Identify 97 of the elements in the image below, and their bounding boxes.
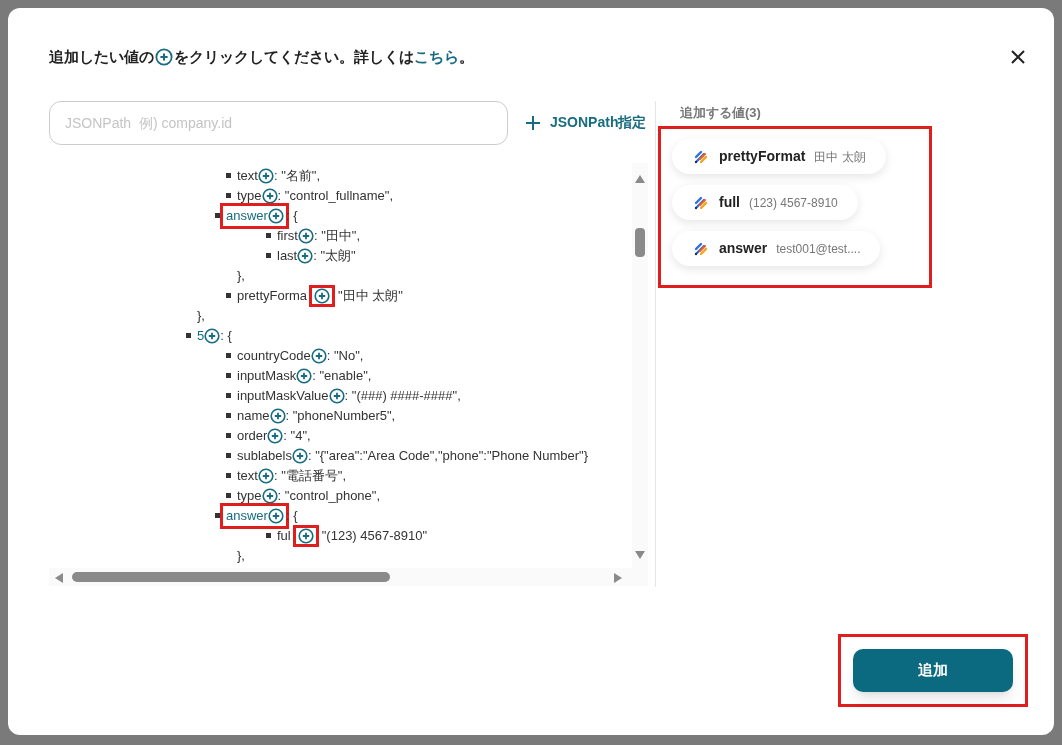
instruction-text: 。 xyxy=(459,47,474,67)
json-value: : "太朗" xyxy=(313,246,356,265)
plus-circle-icon[interactable] xyxy=(261,187,278,204)
chip-label: answer xyxy=(719,239,768,258)
json-key: order xyxy=(237,425,268,446)
bullet-icon xyxy=(215,513,220,518)
plus-circle-icon[interactable] xyxy=(257,167,274,184)
json-value: : "phoneNumber5", xyxy=(285,406,396,425)
json-value: "(123) 4567-8910" xyxy=(321,526,428,545)
plus-circle-icon[interactable] xyxy=(257,467,274,484)
json-key: countryCode xyxy=(237,345,311,366)
scroll-left-icon[interactable] xyxy=(55,572,63,583)
add-button[interactable]: 追加 xyxy=(853,649,1013,692)
json-key: sublabels xyxy=(237,445,292,466)
bullet-icon xyxy=(226,493,231,498)
bullet-icon xyxy=(226,453,231,458)
json-value: : "電話番号", xyxy=(273,466,347,485)
bullet-icon xyxy=(266,533,271,538)
app-logo-icon xyxy=(694,149,708,164)
jsonpath-field[interactable]: JSONPath 例) company.id xyxy=(49,100,508,145)
bullet-icon xyxy=(226,353,231,358)
chip-value: test001@test.... xyxy=(776,240,861,258)
json-key: inputMaskValue xyxy=(237,385,329,406)
app-logo-icon xyxy=(694,241,708,256)
scroll-up-icon[interactable] xyxy=(635,174,645,183)
bullet-icon xyxy=(226,393,231,398)
plus-circle-icon[interactable] xyxy=(261,487,278,504)
plus-circle-icon[interactable] xyxy=(204,327,221,344)
chip-label: full xyxy=(719,193,740,212)
scroll-down-icon[interactable] xyxy=(635,550,645,559)
instruction-text: をクリックしてください。詳しくは xyxy=(174,47,414,67)
plus-circle-icon[interactable] xyxy=(310,347,327,364)
scrollbar-thumb[interactable] xyxy=(635,227,645,257)
json-value: : { xyxy=(285,206,298,225)
json-key: ful xyxy=(277,525,291,546)
plus-circle-icon[interactable] xyxy=(155,48,173,67)
chip-label: prettyFormat xyxy=(719,147,806,166)
bullet-icon xyxy=(226,413,231,418)
plus-icon xyxy=(526,115,540,130)
app-logo-icon xyxy=(694,195,708,210)
chip-value: (123) 4567-8910 xyxy=(749,194,838,212)
json-key: prettyForma xyxy=(237,285,308,306)
scroll-right-icon[interactable] xyxy=(614,572,622,583)
plus-circle-icon[interactable] xyxy=(328,387,345,404)
json-value: : "{"area":"Area Code","phone":"Phone Number"} xyxy=(307,446,588,465)
json-brace: }, xyxy=(197,307,205,323)
value-chip[interactable]: answer test001@test.... xyxy=(672,231,881,266)
json-key: text xyxy=(237,465,258,486)
chip-value: 田中 太朗 xyxy=(814,148,866,166)
json-value: "田中 太朗" xyxy=(338,286,403,305)
json-value: : "(###) ####-####", xyxy=(344,386,461,405)
plus-circle-icon[interactable] xyxy=(297,227,314,244)
json-value: : { xyxy=(220,326,232,345)
json-value: : "田中", xyxy=(313,226,361,245)
bullet-icon xyxy=(226,373,231,378)
bullet-icon xyxy=(226,193,231,198)
json-key: type xyxy=(237,185,262,206)
instruction-text: 追加したい値の xyxy=(49,47,154,67)
json-key: 5 xyxy=(197,325,205,346)
plus-circle-icon[interactable] xyxy=(269,407,286,424)
json-key: last xyxy=(277,245,298,266)
bullet-icon xyxy=(186,333,191,338)
bullet-icon xyxy=(226,173,231,178)
json-value: : { xyxy=(285,506,298,525)
plus-circle-icon[interactable] xyxy=(267,207,284,224)
json-key: name xyxy=(237,405,270,426)
value-chip[interactable]: prettyFormat 田中 太朗 xyxy=(672,139,886,174)
plus-circle-icon[interactable] xyxy=(267,427,284,444)
plus-circle-icon[interactable] xyxy=(297,247,314,264)
json-brace: }, xyxy=(237,547,245,563)
bullet-icon xyxy=(226,433,231,438)
json-value: : "No", xyxy=(326,346,364,365)
json-key: answer xyxy=(226,505,268,526)
value-chip[interactable]: full (123) 4567-8910 xyxy=(672,185,858,220)
json-key: first xyxy=(277,225,298,246)
json-key: text xyxy=(237,165,258,186)
json-value: : "control_fullname", xyxy=(277,186,394,205)
bullet-icon xyxy=(226,473,231,478)
json-value: : "4", xyxy=(283,426,311,445)
json-value: : "名前", xyxy=(273,166,321,185)
json-brace: }, xyxy=(237,267,245,283)
scrollbar-thumb[interactable] xyxy=(72,571,390,582)
json-key: answer xyxy=(226,205,268,226)
bullet-icon xyxy=(215,213,220,218)
plus-circle-icon[interactable] xyxy=(291,447,308,464)
json-value: : "enable", xyxy=(312,366,372,385)
bullet-icon xyxy=(266,253,271,258)
json-key: inputMask xyxy=(237,365,297,386)
plus-circle-icon[interactable] xyxy=(296,367,313,384)
help-link[interactable]: こちら xyxy=(414,46,459,69)
bullet-icon xyxy=(226,293,231,298)
json-key: type xyxy=(237,485,262,506)
json-value: : "control_phone", xyxy=(277,486,381,505)
plus-circle-icon[interactable] xyxy=(267,507,284,524)
jsonpath-button[interactable]: JSONPath指定 xyxy=(526,112,647,133)
bullet-icon xyxy=(266,233,271,238)
panel-title: 追加する値(3) xyxy=(679,103,762,122)
